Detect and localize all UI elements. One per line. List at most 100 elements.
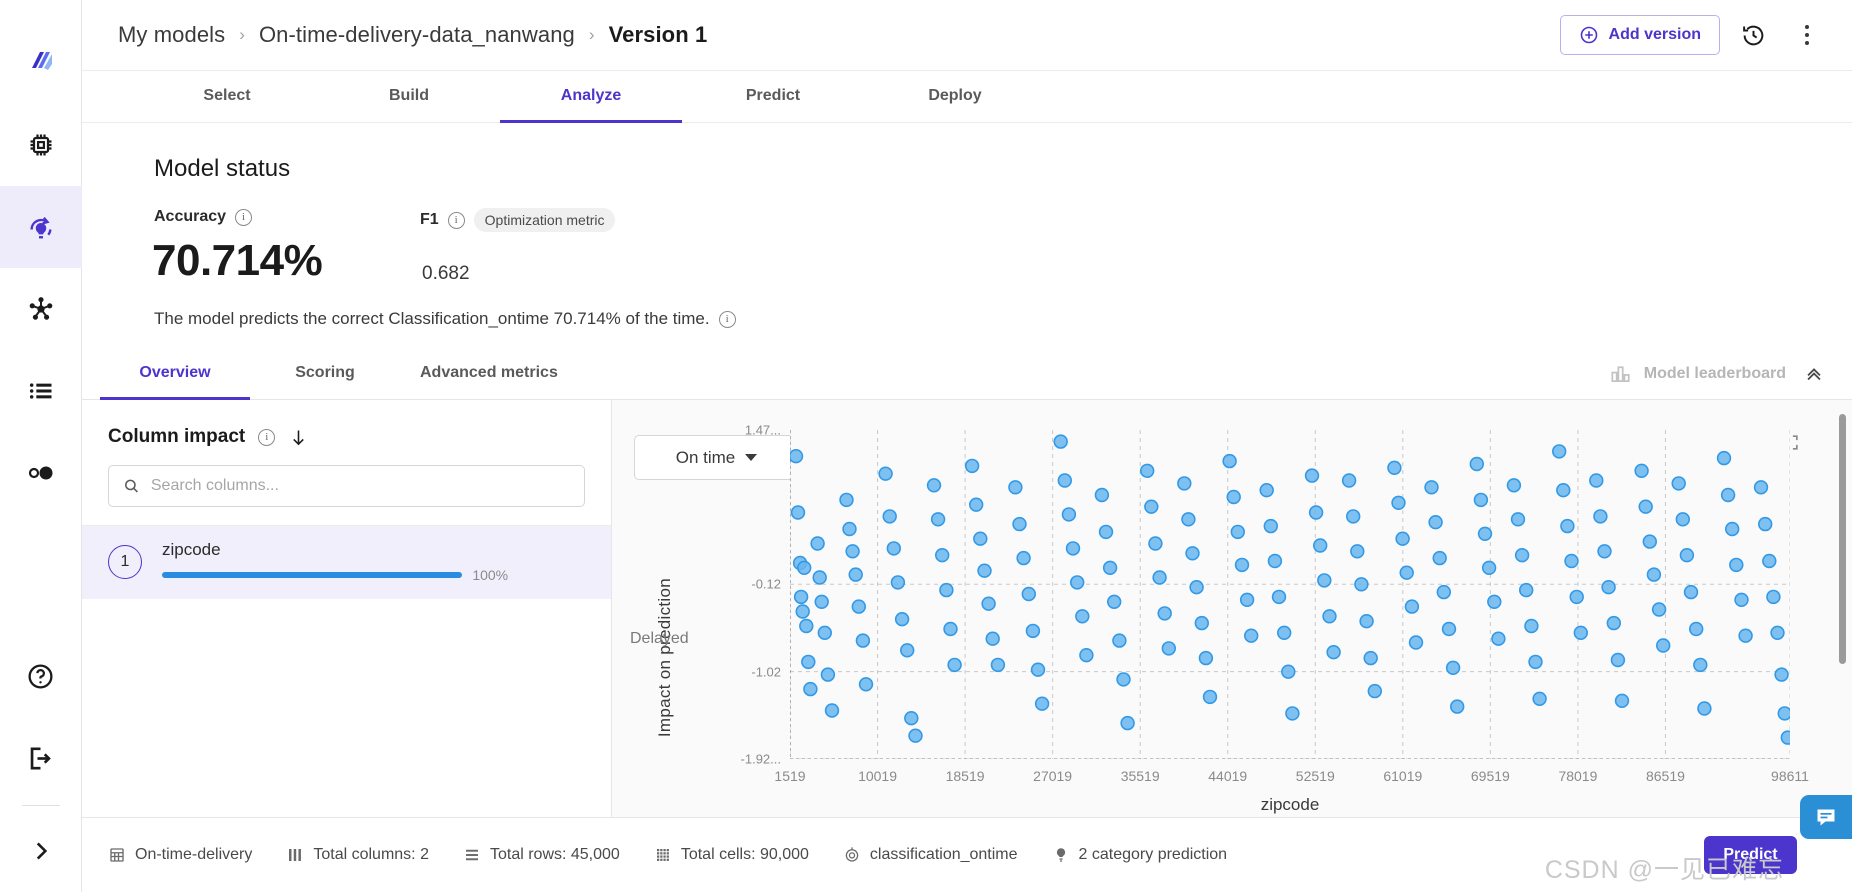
header-actions: Add version: [1560, 14, 1828, 56]
column-impact-info-icon[interactable]: i: [258, 429, 275, 446]
sort-direction-button[interactable]: [288, 427, 309, 448]
history-clock-icon: [1741, 23, 1766, 48]
model-status-description-group: The model predicts the correct Classific…: [154, 309, 736, 329]
add-version-button[interactable]: Add version: [1560, 15, 1720, 55]
left-nav-rail: [0, 0, 82, 892]
tab-deploy[interactable]: Deploy: [864, 71, 1046, 123]
breadcrumb-item-version: Version 1: [609, 22, 708, 48]
sidebar-item-predictions[interactable]: [0, 186, 82, 268]
sign-out-icon: [26, 744, 55, 773]
arrow-down-icon: [288, 427, 309, 448]
accuracy-value: 70.714%: [152, 236, 322, 286]
chart-scrollbar-track[interactable]: [1839, 414, 1846, 803]
analysis-tabs: Overview Scoring Advanced metrics Model …: [82, 348, 1852, 400]
accuracy-label-group: Accuracy i: [154, 208, 252, 226]
search-input[interactable]: [151, 477, 570, 495]
tab-select[interactable]: Select: [136, 71, 318, 123]
sidebar-item-connections[interactable]: [0, 268, 82, 350]
column-impact-list: 1 zipcode 100%: [82, 525, 611, 599]
y-axis-tick: -0.12: [751, 577, 781, 592]
tab-analyze[interactable]: Analyze: [500, 71, 682, 123]
column-impact-title: Column impact: [108, 426, 245, 448]
footer-label: Total rows: 45,000: [490, 846, 620, 864]
floating-predict-button[interactable]: Predict: [1704, 836, 1797, 874]
sidebar-item-compare[interactable]: [0, 432, 82, 514]
sidebar-item-models[interactable]: [0, 104, 82, 186]
tab-overview[interactable]: Overview: [100, 348, 250, 400]
impact-bar-row: 100%: [162, 567, 585, 583]
x-axis-tick: 44019: [1208, 768, 1247, 784]
f1-value: 0.682: [422, 263, 470, 285]
footer-label: classification_ontime: [870, 846, 1018, 864]
target-icon: [843, 846, 861, 864]
network-hub-icon: [27, 295, 55, 323]
x-axis-tick: 52519: [1296, 768, 1335, 784]
model-leaderboard-label: Model leaderboard: [1644, 365, 1786, 383]
chat-bubble-icon: [1814, 805, 1838, 829]
sidebar-item-help[interactable]: [0, 635, 82, 717]
footer-item-target[interactable]: classification_ontime: [843, 846, 1018, 864]
tab-predict[interactable]: Predict: [682, 71, 864, 123]
version-history-button[interactable]: [1732, 14, 1774, 56]
x-axis-tick: 61019: [1383, 768, 1422, 784]
tab-advanced-metrics[interactable]: Advanced metrics: [400, 348, 578, 400]
lightbulb-refresh-icon: [26, 212, 56, 242]
sidebar-item-lists[interactable]: [0, 350, 82, 432]
footer-label: Total cells: 90,000: [681, 846, 809, 864]
sidebar-item-logout[interactable]: [0, 717, 82, 799]
class-selector-value: On time: [676, 448, 736, 468]
column-name: zipcode: [162, 540, 585, 560]
column-impact-header: Column impact i: [82, 400, 611, 448]
list-icon: [27, 377, 55, 405]
x-axis-tick: 78019: [1558, 768, 1597, 784]
cells-icon: [654, 846, 672, 864]
f1-label: F1: [420, 211, 439, 229]
breadcrumb-item-model[interactable]: On-time-delivery-data_nanwang: [259, 22, 575, 48]
f1-info-icon[interactable]: i: [448, 212, 465, 229]
search-icon: [123, 477, 140, 495]
rows-icon: [463, 846, 481, 864]
collapse-panel-button[interactable]: [1798, 358, 1830, 390]
footer-label: Total columns: 2: [313, 846, 429, 864]
tab-build[interactable]: Build: [318, 71, 500, 123]
accuracy-info-icon[interactable]: i: [235, 209, 252, 226]
app-root: My models › On-time-delivery-data_nanwan…: [0, 0, 1852, 892]
model-status-title: Model status: [154, 155, 290, 183]
accuracy-label: Accuracy: [154, 208, 226, 226]
footer-label: 2 category prediction: [1079, 846, 1228, 864]
plus-circle-icon: [1579, 25, 1599, 45]
more-options-button[interactable]: [1786, 14, 1828, 56]
tab-scoring[interactable]: Scoring: [250, 348, 400, 400]
footer-item-dataset[interactable]: On-time-delivery: [108, 846, 252, 864]
class-selector[interactable]: On time: [634, 435, 799, 480]
rail-divider: [22, 805, 60, 806]
dataset-footer: On-time-delivery Total columns: 2 Total …: [82, 817, 1852, 892]
double-chevron-up-icon: [1803, 363, 1825, 385]
description-info-icon[interactable]: i: [719, 311, 736, 328]
breadcrumb-item-my-models[interactable]: My models: [118, 22, 225, 48]
footer-item-prediction-type[interactable]: 2 category prediction: [1052, 846, 1228, 864]
optimization-metric-badge: Optimization metric: [474, 208, 616, 232]
y-axis-label: Impact on prediction: [655, 578, 675, 737]
model-status-section: Model status Accuracy i 70.714% F1 i Opt…: [82, 123, 1852, 348]
footer-label: On-time-delivery: [135, 846, 252, 864]
footer-item-columns[interactable]: Total columns: 2: [286, 846, 429, 864]
list-item[interactable]: 1 zipcode 100%: [82, 526, 611, 599]
model-leaderboard-button[interactable]: Model leaderboard: [1609, 348, 1852, 399]
chat-widget-button[interactable]: [1800, 795, 1852, 839]
column-impact-detail: zipcode 100%: [162, 540, 585, 583]
brand-logo[interactable]: [0, 22, 82, 104]
y-axis-tick: -1.02: [751, 664, 781, 679]
page-header: My models › On-time-delivery-data_nanwan…: [82, 0, 1852, 71]
f1-label-group: F1 i Optimization metric: [420, 208, 615, 232]
chart-panel: Impact of zipcode on prediction of class…: [612, 400, 1852, 817]
table-icon: [108, 846, 126, 864]
column-impact-panel: Column impact i 1 zipcode: [82, 400, 612, 817]
x-axis-tick: 1519: [774, 768, 805, 784]
footer-item-rows[interactable]: Total rows: 45,000: [463, 846, 620, 864]
footer-item-cells[interactable]: Total cells: 90,000: [654, 846, 809, 864]
column-search-box[interactable]: [108, 465, 585, 507]
x-axis-tick: 69519: [1471, 768, 1510, 784]
sidebar-expand-toggle[interactable]: [0, 810, 82, 892]
chart-scrollbar-thumb[interactable]: [1839, 414, 1846, 664]
